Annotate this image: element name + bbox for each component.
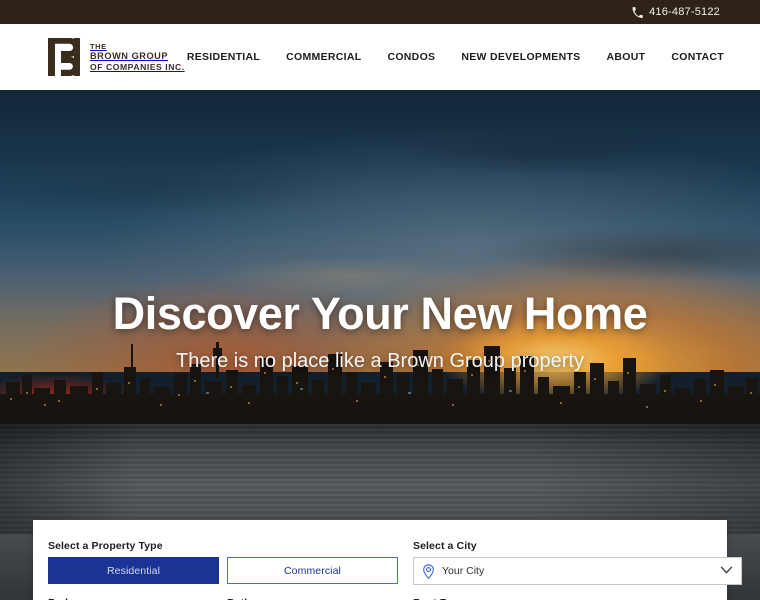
location-pin-icon <box>422 563 435 579</box>
property-type-commercial-button[interactable]: Commercial <box>227 557 398 584</box>
property-type-group: Select a Property Type Residential Comme… <box>48 540 398 585</box>
phone-icon <box>632 6 643 18</box>
top-bar: 416-487-5122 <box>0 0 760 24</box>
logo-line-1: THE <box>90 41 107 51</box>
nav-item-contact[interactable]: CONTACT <box>671 51 724 63</box>
site-header: THE BROWN GROUP OF COMPANIES INC. RESIDE… <box>0 24 760 90</box>
city-value: Your City <box>442 565 485 577</box>
property-type-toggle: Residential Commercial <box>48 557 398 584</box>
logo-line-3: OF COMPANIES INC. <box>90 61 185 72</box>
hero-subtitle: There is no place like a Brown Group pro… <box>176 350 584 372</box>
city-select[interactable]: Your City <box>413 557 742 585</box>
city-group: Select a City Your City <box>413 540 742 585</box>
logo-wordmark: THE BROWN GROUP OF COMPANIES INC. <box>90 42 185 73</box>
search-row-1: Select a Property Type Residential Comme… <box>48 540 742 585</box>
chevron-down-icon <box>720 565 733 577</box>
logo-line-2: BROWN GROUP <box>90 50 169 61</box>
property-type-label: Select a Property Type <box>48 540 163 552</box>
hero-banner: Discover Your New Home There is no place… <box>0 90 760 600</box>
property-type-residential-button[interactable]: Residential <box>48 557 219 584</box>
site-logo[interactable]: THE BROWN GROUP OF COMPANIES INC. <box>48 38 185 76</box>
phone-number: 416-487-5122 <box>649 6 720 18</box>
property-search-panel: Select a Property Type Residential Comme… <box>33 520 742 600</box>
brown-group-b-mark-icon <box>48 38 82 76</box>
city-label: Select a City <box>413 540 477 552</box>
hero-title: Discover Your New Home <box>112 288 648 339</box>
main-navigation: RESIDENTIAL COMMERCIAL CONDOS NEW DEVELO… <box>187 51 724 63</box>
nav-item-residential[interactable]: RESIDENTIAL <box>187 51 260 63</box>
nav-item-commercial[interactable]: COMMERCIAL <box>286 51 361 63</box>
nav-item-about[interactable]: ABOUT <box>607 51 646 63</box>
hero-copy: Discover Your New Home There is no place… <box>0 288 760 373</box>
phone-link[interactable]: 416-487-5122 <box>632 6 720 18</box>
nav-item-new-developments[interactable]: NEW DEVELOPMENTS <box>461 51 580 63</box>
nav-item-condos[interactable]: CONDOS <box>387 51 435 63</box>
